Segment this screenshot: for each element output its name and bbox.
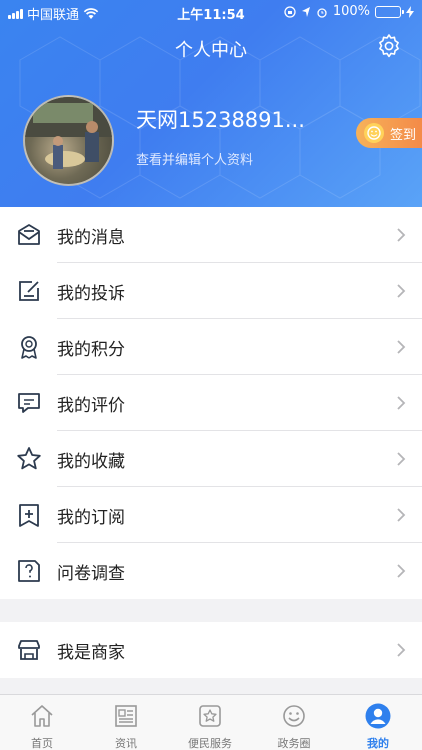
tab-news[interactable]: 资讯 — [84, 695, 168, 750]
avatar-photo — [25, 97, 112, 169]
battery-percent: 100% — [332, 4, 370, 19]
chevron-right-icon — [397, 643, 406, 657]
menu-item-messages[interactable]: 我的消息 — [0, 207, 422, 263]
tab-label: 便民服务 — [188, 737, 232, 750]
award-icon — [21, 336, 37, 359]
service-icon — [199, 705, 221, 727]
status-bar: 中国联通 上午11:54 100% — [0, 0, 422, 24]
tab-profile[interactable]: 我的 — [336, 695, 420, 750]
tab-label: 政务圈 — [277, 737, 311, 750]
menu-item-label: 我的收藏 — [57, 452, 125, 472]
tab-label: 首页 — [31, 737, 53, 750]
profile-icon — [365, 703, 391, 729]
tab-services[interactable]: 便民服务 — [168, 695, 252, 750]
orientation-lock-icon — [284, 5, 296, 18]
checkin-button[interactable]: 签到 — [356, 118, 422, 148]
profile-menu: 我的消息 我的投诉 我的积分 我的评价 我的收藏 我的订阅 问卷调查 — [0, 207, 422, 599]
merchant-section: 我是商家 — [0, 622, 422, 678]
page-title: 个人中心 — [175, 40, 247, 61]
chevron-right-icon — [397, 564, 406, 578]
tab-government[interactable]: 政务圈 — [252, 695, 336, 750]
chevron-right-icon — [397, 284, 406, 298]
chevron-right-icon — [397, 508, 406, 522]
menu-item-reviews[interactable]: 我的评价 — [0, 375, 422, 431]
comment-icon — [18, 393, 40, 413]
menu-item-survey[interactable]: 问卷调查 — [0, 543, 422, 599]
menu-item-label: 我的订阅 — [57, 508, 125, 528]
menu-item-label: 问卷调查 — [57, 564, 125, 584]
alarm-icon — [317, 7, 327, 18]
tab-label: 资讯 — [115, 737, 137, 750]
profile-header: 中国联通 上午11:54 100% 个人中心 天网15238891... 查看并… — [0, 0, 422, 207]
charging-icon — [406, 5, 414, 18]
chevron-right-icon — [397, 340, 406, 354]
message-icon — [18, 224, 40, 245]
menu-item-points[interactable]: 我的积分 — [0, 319, 422, 375]
tab-home[interactable]: 首页 — [0, 695, 84, 750]
star-icon — [17, 447, 41, 470]
chevron-right-icon — [397, 228, 406, 242]
smile-icon — [364, 123, 384, 143]
menu-item-complaints[interactable]: 我的投诉 — [0, 263, 422, 319]
gear-icon[interactable] — [376, 33, 402, 59]
username[interactable]: 天网15238891... — [136, 104, 305, 134]
menu-item-label: 我的评价 — [57, 396, 125, 416]
battery-icon — [375, 5, 404, 18]
store-icon — [18, 640, 40, 660]
home-icon — [31, 705, 53, 727]
news-icon — [115, 705, 137, 727]
menu-item-label: 我的消息 — [57, 228, 125, 248]
tab-label: 我的 — [367, 737, 389, 750]
survey-icon — [18, 560, 40, 582]
subscribe-icon — [19, 504, 39, 527]
checkin-label: 签到 — [390, 127, 417, 143]
menu-item-label: 我是商家 — [57, 643, 125, 663]
avatar[interactable] — [23, 95, 114, 186]
complaint-icon — [19, 281, 39, 301]
smile-icon — [283, 705, 305, 727]
menu-item-subscriptions[interactable]: 我的订阅 — [0, 487, 422, 543]
chevron-right-icon — [397, 396, 406, 410]
edit-profile-link[interactable]: 查看并编辑个人资料 — [136, 149, 253, 168]
menu-item-merchant[interactable]: 我是商家 — [0, 622, 422, 678]
menu-item-label: 我的投诉 — [57, 284, 125, 304]
menu-item-favorites[interactable]: 我的收藏 — [0, 431, 422, 487]
tab-bar: 首页 资讯 便民服务 政务圈 我的 — [0, 694, 422, 750]
chevron-right-icon — [397, 452, 406, 466]
menu-item-label: 我的积分 — [57, 340, 125, 360]
location-icon — [301, 6, 310, 17]
